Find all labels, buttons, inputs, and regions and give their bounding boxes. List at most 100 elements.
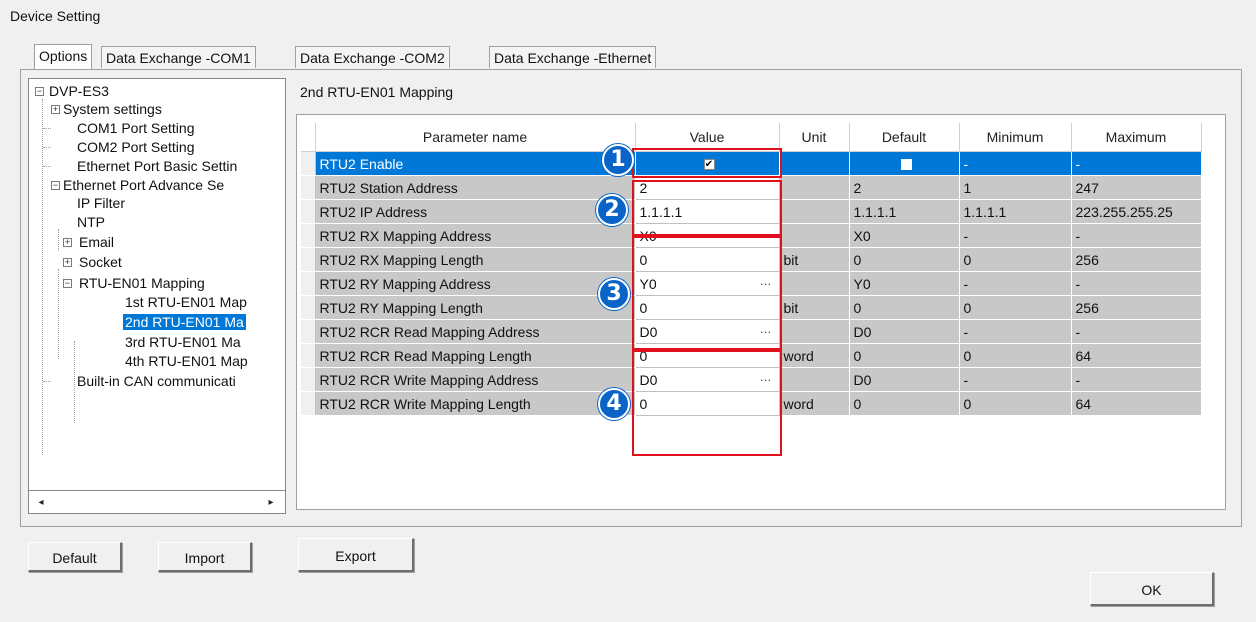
table-row[interactable]: RTU2 RCR Write Mapping Address D0… D0 - … (301, 367, 1202, 392)
tree-item-label: 3rd RTU-EN01 Ma (125, 334, 241, 350)
unit-cell (779, 175, 850, 200)
expand-icon[interactable]: + (63, 258, 72, 267)
minimum-cell: 1.1.1.1 (959, 199, 1072, 224)
import-button[interactable]: Import (158, 542, 252, 572)
default-cell: 0 (849, 343, 960, 368)
table-row[interactable]: RTU2 RX Mapping Address X0 … X0 - - (301, 223, 1202, 248)
row-header (301, 271, 316, 296)
rcr-write-mapping-address-input[interactable]: D0 … (634, 367, 780, 392)
row-header (301, 223, 316, 248)
tree-item-1st-rtu-en01[interactable]: 1st RTU-EN01 Map (83, 292, 247, 312)
ip-address-input[interactable]: 1.1.1.1 (634, 199, 780, 224)
browse-ellipsis-button[interactable]: … (757, 323, 775, 339)
tree-item-label: 4th RTU-EN01 Map (125, 353, 248, 369)
tree-item-com1-port-setting[interactable]: COM1 Port Setting (43, 118, 195, 138)
tab-data-exchange-com1[interactable]: Data Exchange -COM1 (101, 46, 256, 68)
default-cell: D0 (849, 367, 960, 392)
rcr-write-mapping-length-input[interactable]: 0 (634, 391, 780, 416)
value-cell[interactable]: ✔ (635, 151, 780, 176)
callout-badge-4: 4 (598, 388, 630, 420)
expand-icon[interactable]: + (51, 105, 60, 114)
tree-item-2nd-rtu-en01[interactable]: 2nd RTU-EN01 Ma (83, 312, 246, 332)
unit-cell: bit (779, 295, 850, 320)
tree-item-label: 1st RTU-EN01 Map (125, 294, 247, 310)
tree-item-label: NTP (77, 214, 105, 230)
settings-tree[interactable]: − DVP-ES3 + System settings COM1 Port Se… (28, 78, 286, 514)
table-row[interactable]: RTU2 IP Address 1.1.1.1 1.1.1.1 1.1.1.1 … (301, 199, 1202, 224)
browse-ellipsis-button[interactable]: … (757, 275, 775, 291)
parameter-name-cell: RTU2 RX Mapping Length (315, 247, 636, 272)
table-row[interactable]: RTU2 RCR Read Mapping Length 0 word 0 0 … (301, 343, 1202, 368)
row-header (301, 175, 316, 200)
tree-item-socket[interactable]: + Socket (63, 252, 122, 272)
browse-ellipsis-button[interactable]: … (757, 227, 775, 243)
tree-item-email[interactable]: + Email (63, 232, 114, 252)
station-address-input[interactable]: 2 (634, 175, 780, 200)
default-cell: 0 (849, 247, 960, 272)
tree-item-ip-filter[interactable]: IP Filter (67, 193, 125, 213)
column-header-default: Default (849, 123, 960, 152)
enable-checkbox[interactable]: ✔ (703, 159, 715, 171)
parameter-name-cell: RTU2 RX Mapping Address (315, 223, 636, 248)
tree-item-com2-port-setting[interactable]: COM2 Port Setting (43, 137, 195, 157)
tab-data-exchange-ethernet[interactable]: Data Exchange -Ethernet (489, 46, 657, 68)
mapping-panel-title: 2nd RTU-EN01 Mapping (300, 84, 454, 100)
parameter-table: Parameter name Value Unit Default Minimu… (301, 123, 1202, 416)
rcr-read-mapping-length-input[interactable]: 0 (634, 343, 780, 368)
export-button[interactable]: Export (298, 538, 414, 572)
tree-item-ntp[interactable]: NTP (67, 212, 105, 232)
default-cell (849, 151, 960, 176)
tab-data-exchange-com2[interactable]: Data Exchange -COM2 (295, 46, 450, 68)
table-row[interactable]: RTU2 Station Address 2 2 1 247 (301, 175, 1202, 200)
table-row[interactable]: RTU2 RY Mapping Address Y0 … Y0 - - (301, 271, 1202, 296)
ry-mapping-length-input[interactable]: 0 (634, 295, 780, 320)
tab-options[interactable]: Options (34, 44, 93, 70)
unit-cell (779, 151, 850, 176)
tree-item-ethernet-basic[interactable]: Ethernet Port Basic Settin (43, 156, 238, 176)
expand-icon[interactable]: + (63, 238, 72, 247)
ry-mapping-address-input[interactable]: Y0… (634, 271, 780, 296)
default-button[interactable]: Default (28, 542, 122, 572)
rcr-read-mapping-address-input[interactable]: D0… (634, 319, 780, 344)
collapse-icon[interactable]: − (51, 181, 60, 190)
tree-item-label: Ethernet Port Basic Settin (77, 158, 238, 174)
callout-badge-3: 3 (598, 278, 630, 310)
tree-guide-line (42, 99, 43, 455)
table-row[interactable]: RTU2 RX Mapping Length 0 bit 0 0 256 (301, 247, 1202, 272)
column-header-parameter-name: Parameter name (315, 123, 636, 152)
table-row[interactable]: RTU2 RY Mapping Length 0 bit 0 0 256 (301, 295, 1202, 320)
collapse-icon[interactable]: − (35, 87, 44, 96)
tree-item-ethernet-advance[interactable]: − Ethernet Port Advance Se (51, 175, 224, 195)
table-row[interactable]: RTU2 RCR Write Mapping Length 0 word 0 0… (301, 391, 1202, 416)
tree-guide-line (58, 269, 59, 359)
tree-item-built-in-can[interactable]: Built-in CAN communicati (43, 371, 236, 391)
ok-button[interactable]: OK (1090, 572, 1214, 606)
window-title: Device Setting (10, 8, 101, 24)
tree-item-dvp-es3[interactable]: − DVP-ES3 (35, 81, 109, 101)
table-row[interactable]: RTU2 RCR Read Mapping Address D0 … D0 - - (301, 319, 1202, 344)
row-header (301, 151, 316, 176)
row-header-corner (301, 123, 316, 152)
tree-item-4th-rtu-en01[interactable]: 4th RTU-EN01 Map (83, 351, 248, 371)
scroll-right-icon[interactable]: ▸ (263, 495, 279, 511)
scroll-left-icon[interactable]: ◂ (33, 495, 49, 511)
maximum-cell: - (1071, 223, 1202, 248)
tree-item-system-settings[interactable]: + System settings (51, 99, 162, 119)
default-cell: D0 (849, 319, 960, 344)
cell-value: D0 (639, 371, 658, 388)
unit-cell: word (779, 391, 850, 416)
collapse-icon[interactable]: − (63, 279, 72, 288)
maximum-cell: - (1071, 271, 1202, 296)
default-cell: 1.1.1.1 (849, 199, 960, 224)
parameter-name-cell: RTU2 RCR Write Mapping Length (315, 391, 636, 416)
minimum-cell: - (959, 319, 1072, 344)
browse-ellipsis-button[interactable]: … (757, 371, 775, 387)
tree-horizontal-scrollbar[interactable]: ◂ ▸ (28, 490, 286, 514)
rx-mapping-address-input[interactable]: X0… (634, 223, 780, 248)
table-row[interactable]: RTU2 Enable ✔ - - (301, 151, 1202, 176)
tree-item-rtu-en01-mapping[interactable]: − RTU-EN01 Mapping (63, 273, 205, 293)
rx-mapping-length-input[interactable]: 0 (634, 247, 780, 272)
parameter-name-cell: RTU2 RY Mapping Address (315, 271, 636, 296)
tree-item-label: Socket (79, 254, 122, 270)
tree-item-3rd-rtu-en01[interactable]: 3rd RTU-EN01 Ma (83, 332, 241, 352)
